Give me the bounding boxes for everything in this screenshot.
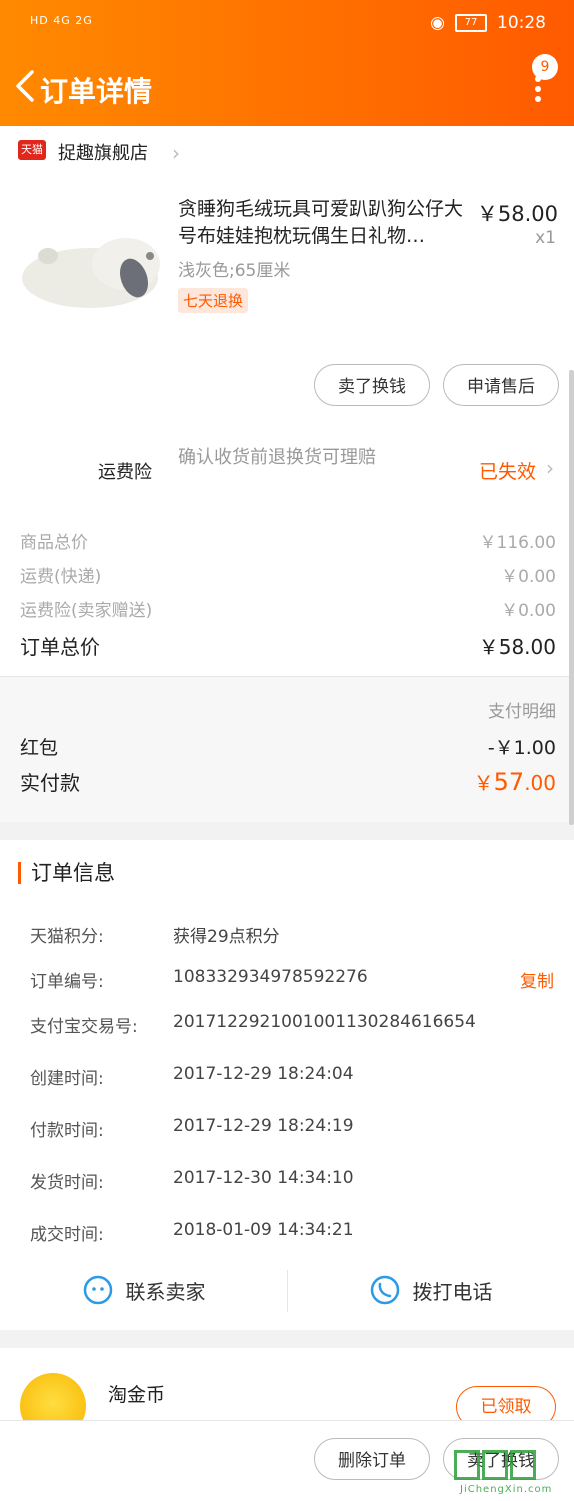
page-title: 订单详情 (40, 75, 153, 108)
order-total-value: ￥58.00 (478, 635, 556, 659)
back-icon[interactable] (10, 68, 40, 104)
clock-time: 10:28 (497, 13, 546, 33)
info-label: 付款时间: (30, 1121, 104, 1141)
after-sale-button[interactable]: 申请售后 (443, 364, 559, 406)
summary-value: ￥0.00 (501, 601, 556, 621)
chat-icon (83, 1275, 112, 1305)
eye-icon: ◉ (430, 13, 445, 33)
chevron-right-icon: › (172, 141, 180, 165)
summary-label: 运费(快递) (20, 567, 102, 587)
info-value: 2017-12-30 14:34:10 (173, 1168, 354, 1188)
summary-value: ￥0.00 (501, 567, 556, 587)
watermark-url: JiChengXin.com (460, 1484, 553, 1495)
shipping-insurance-row[interactable]: 运费险 确认收货前退换货可理赔 已失效 › (0, 431, 574, 521)
battery-icon: 77 (455, 14, 487, 32)
order-total-row: 订单总价 ￥58.00 (20, 631, 556, 660)
sell-button[interactable]: 卖了换钱 (314, 364, 430, 406)
order-number: 108332934978592276 (173, 967, 368, 987)
info-value: 2017122921001001130284616654 (173, 1012, 476, 1032)
order-info-section: 订单信息 天猫积分: 获得29点积分 订单编号: 108332934978592… (0, 840, 574, 1330)
contact-seller-label: 联系卖家 (125, 1279, 206, 1304)
status-bar: HD 4G 2G ◉ 77 10:28 (0, 0, 574, 48)
copy-button[interactable]: 复制 (520, 967, 554, 992)
payment-detail-label: 支付明细 (488, 702, 556, 722)
info-value: 2017-12-29 18:24:04 (173, 1064, 354, 1084)
info-label: 天猫积分: (30, 927, 104, 947)
product-card: 贪睡狗毛绒玩具可爱趴趴狗公仔大号布娃娃抱枕玩偶生日礼物… ￥58.00 x1 浅… (0, 176, 574, 431)
info-value: 获得29点积分 (173, 927, 280, 947)
actual-paid-value: ￥57.00 (474, 767, 556, 796)
actual-paid-decimal: .00 (524, 771, 556, 795)
shop-row[interactable]: 天猫 捉趣旗舰店 › (0, 126, 574, 176)
coin-row: 淘金币 已领取 (0, 1348, 574, 1439)
watermark-mark (454, 1450, 564, 1484)
contact-seller-button[interactable]: 联系卖家 (0, 1260, 287, 1320)
summary-row: 运费险(卖家赠送) ￥0.00 (20, 596, 556, 621)
info-label: 创建时间: (30, 1069, 104, 1089)
price-summary: 商品总价 ￥116.00 运费(快递) ￥0.00 运费险(卖家赠送) ￥0.0… (0, 521, 574, 676)
redpacket-row: 红包 -￥1.00 (20, 733, 556, 760)
product-price: ￥58.00 (476, 202, 558, 226)
status-right: ◉ 77 10:28 (430, 13, 546, 33)
info-label: 支付宝交易号: (30, 1017, 138, 1037)
call-phone-label: 拨打电话 (412, 1279, 493, 1304)
order-total-label: 订单总价 (20, 635, 100, 659)
return-policy-tag: 七天退换 (178, 288, 249, 313)
info-label: 订单编号: (30, 972, 104, 992)
summary-label: 商品总价 (20, 533, 88, 553)
insurance-status: 已失效 (478, 461, 536, 483)
tmall-logo: 天猫 (18, 140, 46, 160)
info-label: 发货时间: (30, 1173, 104, 1193)
product-quantity: x1 (535, 228, 556, 248)
summary-row: 商品总价 ￥116.00 (20, 528, 556, 553)
header: 订单详情 9 (0, 48, 574, 126)
currency-symbol: ￥ (473, 771, 494, 795)
order-info-title: 订单信息 (18, 862, 115, 884)
delete-order-button[interactable]: 删除订单 (314, 1438, 430, 1480)
phone-icon (370, 1275, 399, 1305)
product-spec: 浅灰色;65厘米 (178, 261, 291, 281)
actual-paid-label: 实付款 (20, 771, 80, 795)
summary-value: ￥116.00 (479, 533, 556, 553)
shop-name[interactable]: 捉趣旗舰店 (58, 139, 148, 165)
coin-label: 淘金币 (108, 1384, 166, 1406)
scrollbar[interactable] (569, 370, 574, 825)
redpacket-value: -￥1.00 (487, 737, 556, 759)
network-indicator: HD 4G 2G (30, 14, 93, 27)
actual-paid-integer: 57 (493, 768, 525, 796)
summary-row: 运费(快递) ￥0.00 (20, 562, 556, 587)
info-value: 2017-12-29 18:24:19 (173, 1116, 354, 1136)
payment-detail: 支付明细 红包 -￥1.00 实付款 ￥57.00 (0, 676, 574, 822)
summary-label: 运费险(卖家赠送) (20, 601, 153, 621)
product-title[interactable]: 贪睡狗毛绒玩具可爱趴趴狗公仔大号布娃娃抱枕玩偶生日礼物… (178, 196, 473, 250)
info-label: 成交时间: (30, 1225, 104, 1245)
redpacket-label: 红包 (20, 737, 59, 759)
watermark-logo: JiChengXin.com (454, 1450, 564, 1495)
info-value: 2018-01-09 14:34:21 (173, 1220, 354, 1240)
message-badge: 9 (532, 54, 558, 80)
insurance-desc: 确认收货前退换货可理赔 (178, 447, 376, 468)
insurance-label: 运费险 (98, 462, 152, 483)
chevron-right-icon: › (546, 456, 554, 480)
product-image[interactable] (14, 216, 162, 326)
actual-paid-row: 实付款 ￥57.00 (20, 767, 556, 796)
call-phone-button[interactable]: 拨打电话 (287, 1260, 574, 1320)
